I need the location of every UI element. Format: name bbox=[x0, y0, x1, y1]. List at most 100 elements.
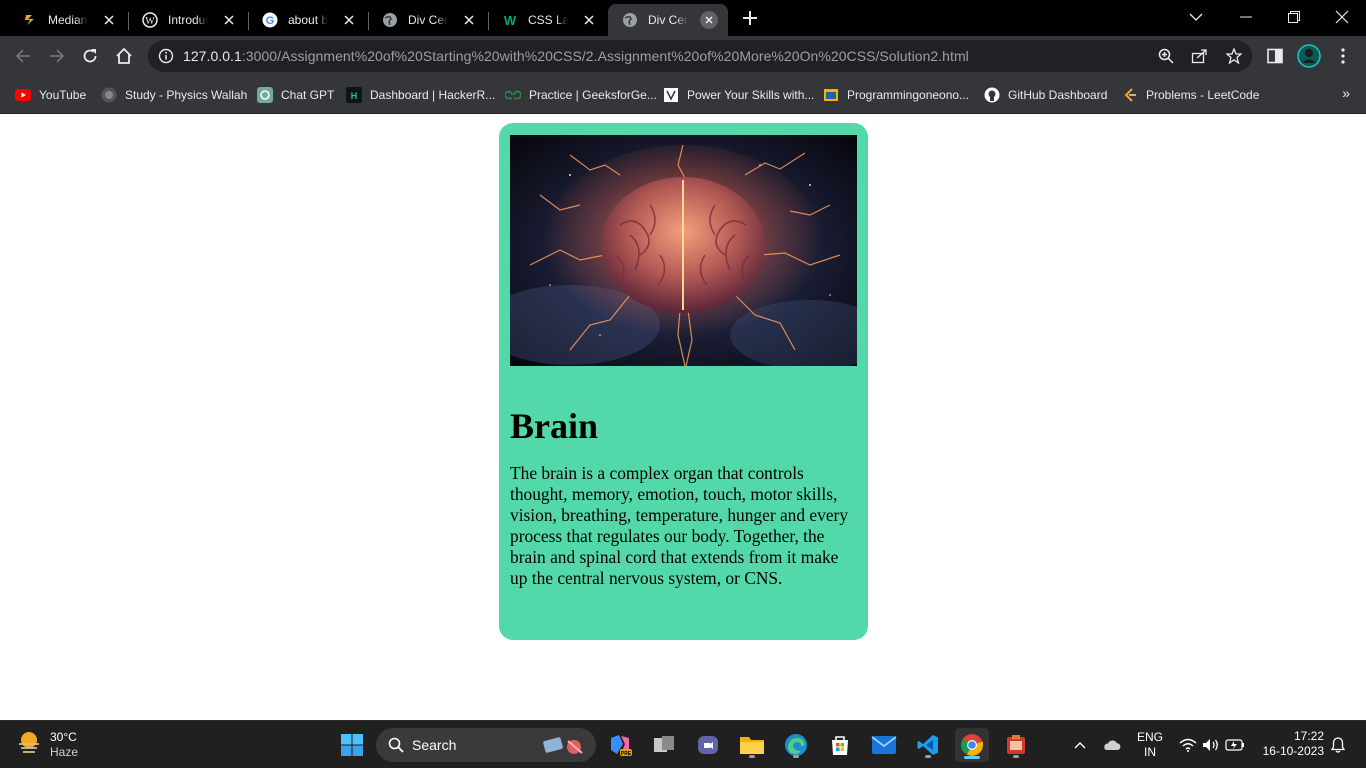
bookmark-hackerrank[interactable]: H Dashboard | HackerR... bbox=[346, 85, 495, 105]
youtube-icon bbox=[15, 87, 31, 103]
card-heading: Brain bbox=[510, 406, 599, 446]
weather-widget[interactable]: 30°C Haze bbox=[16, 729, 78, 760]
tab-2[interactable]: W Introducti bbox=[128, 4, 249, 36]
bookmark-physics-wallah[interactable]: Study - Physics Wallah bbox=[101, 85, 247, 105]
geeksforgeeks-icon bbox=[505, 87, 521, 103]
close-window-button[interactable] bbox=[1318, 0, 1366, 34]
tab-title: Introducti bbox=[168, 13, 208, 27]
wordpress-icon: W bbox=[142, 12, 158, 28]
bookmark-chat-gpt[interactable]: Chat GPT bbox=[257, 85, 334, 105]
brain-card: Brain The brain is a complex organ that … bbox=[499, 123, 868, 640]
bookmark-github[interactable]: GitHub Dashboard bbox=[984, 85, 1107, 105]
close-tab-icon[interactable] bbox=[220, 11, 238, 29]
teams-chat-icon[interactable] bbox=[692, 729, 724, 761]
bookmark-leetcode[interactable]: Problems - LeetCode bbox=[1122, 85, 1259, 105]
taskbar-search[interactable]: Search bbox=[376, 728, 596, 762]
w3schools-icon: W bbox=[502, 12, 518, 28]
close-tab-icon[interactable] bbox=[580, 11, 598, 29]
restore-button[interactable] bbox=[1270, 0, 1318, 34]
page-viewport: Brain The brain is a complex organ that … bbox=[0, 114, 1366, 720]
close-tab-icon[interactable] bbox=[700, 11, 718, 29]
close-tab-icon[interactable] bbox=[340, 11, 358, 29]
tab-title: about bra bbox=[288, 13, 328, 27]
tab-title: Div Cente bbox=[648, 13, 688, 27]
haze-sun-icon bbox=[16, 729, 42, 760]
bookmark-label: Practice | GeeksforGe... bbox=[529, 88, 657, 102]
bookmark-label: GitHub Dashboard bbox=[1008, 88, 1108, 102]
copilot-icon[interactable]: PRE bbox=[604, 729, 636, 761]
running-indicator bbox=[1013, 755, 1019, 758]
tab-4[interactable]: Div Cente bbox=[368, 4, 489, 36]
running-indicator bbox=[749, 755, 755, 758]
language-code: ENG bbox=[1136, 730, 1163, 744]
tab-6-active[interactable]: Div Cente bbox=[608, 4, 728, 36]
language-indicator[interactable]: ENG IN bbox=[1134, 721, 1166, 769]
new-tab-button[interactable] bbox=[738, 6, 762, 30]
svg-text:W: W bbox=[145, 16, 155, 27]
forward-arrow-icon[interactable] bbox=[45, 44, 69, 68]
github-icon bbox=[984, 87, 1000, 103]
microsoft-store-icon[interactable] bbox=[824, 729, 856, 761]
bookmark-geeksforgeeks[interactable]: Practice | GeeksforGe... bbox=[505, 85, 657, 105]
edge-browser-icon[interactable] bbox=[780, 729, 812, 761]
bookmark-label: YouTube bbox=[39, 88, 87, 102]
clock-time: 17:22 bbox=[1293, 729, 1324, 743]
active-indicator bbox=[964, 756, 980, 759]
tab-3[interactable]: G about bra bbox=[248, 4, 369, 36]
minimize-button[interactable] bbox=[1222, 0, 1270, 34]
battery-icon[interactable] bbox=[1224, 721, 1246, 769]
tray-overflow-chevron-icon[interactable] bbox=[1068, 721, 1092, 769]
bookmarks-bar: YouTube Study - Physics Wallah Chat GPT … bbox=[0, 76, 1366, 114]
reload-icon[interactable] bbox=[78, 44, 102, 68]
red-app-icon[interactable] bbox=[1000, 729, 1032, 761]
folder-icon bbox=[823, 87, 839, 103]
home-icon[interactable] bbox=[112, 44, 136, 68]
back-arrow-icon[interactable] bbox=[11, 44, 35, 68]
chatgpt-icon bbox=[257, 87, 273, 103]
profile-avatar[interactable] bbox=[1297, 44, 1321, 68]
menu-kebab-icon[interactable] bbox=[1331, 44, 1355, 68]
bookmark-star-icon[interactable] bbox=[1224, 46, 1244, 66]
tab-search-button[interactable] bbox=[1172, 0, 1220, 34]
volume-icon[interactable] bbox=[1201, 721, 1221, 769]
search-label: Search bbox=[412, 737, 457, 753]
running-indicator bbox=[793, 755, 799, 758]
bookmark-programming[interactable]: Programmingoneono... bbox=[823, 85, 969, 105]
windows-taskbar: 30°C Haze Search PRE ENG IN 17:22 16-10-… bbox=[0, 720, 1366, 768]
tab-1[interactable]: Median o bbox=[8, 4, 129, 36]
onedrive-cloud-icon[interactable] bbox=[1100, 721, 1124, 769]
median-icon bbox=[22, 12, 38, 28]
zoom-icon[interactable] bbox=[1156, 46, 1176, 66]
bookmark-power-skills[interactable]: Power Your Skills with... bbox=[663, 85, 814, 105]
hackerrank-icon: H bbox=[346, 87, 362, 103]
tab-5[interactable]: W CSS Layo bbox=[488, 4, 608, 36]
globe-icon bbox=[622, 12, 638, 28]
brain-image bbox=[510, 135, 857, 366]
side-panel-icon[interactable] bbox=[1263, 44, 1287, 68]
share-icon[interactable] bbox=[1190, 46, 1210, 66]
site-info-icon[interactable] bbox=[158, 48, 174, 69]
browser-toolbar: 127.0.0.1:3000/Assignment%20of%20Startin… bbox=[0, 36, 1366, 76]
chrome-icon[interactable] bbox=[955, 728, 989, 762]
address-bar[interactable]: 127.0.0.1:3000/Assignment%20of%20Startin… bbox=[148, 40, 1252, 72]
mail-icon[interactable] bbox=[868, 729, 900, 761]
close-tab-icon[interactable] bbox=[100, 11, 118, 29]
svg-text:PRE: PRE bbox=[621, 751, 632, 757]
weather-condition: Haze bbox=[50, 744, 79, 759]
clock-date: 16-10-2023 bbox=[1262, 744, 1324, 758]
task-view-icon[interactable] bbox=[648, 729, 680, 761]
system-clock[interactable]: 17:22 16-10-2023 bbox=[1263, 729, 1324, 759]
file-explorer-icon[interactable] bbox=[736, 729, 768, 761]
bookmark-label: Dashboard | HackerR... bbox=[370, 88, 496, 102]
tab-title: CSS Layo bbox=[528, 13, 568, 27]
close-tab-icon[interactable] bbox=[460, 11, 478, 29]
search-highlight-icon bbox=[542, 733, 588, 762]
svg-text:W: W bbox=[504, 13, 517, 28]
start-button[interactable] bbox=[336, 729, 368, 761]
svg-text:H: H bbox=[351, 91, 358, 101]
more-bookmarks-chevron-icon[interactable]: » bbox=[1342, 85, 1350, 101]
wifi-icon[interactable] bbox=[1178, 721, 1198, 769]
bookmark-youtube[interactable]: YouTube bbox=[15, 85, 86, 105]
vscode-icon[interactable] bbox=[912, 729, 944, 761]
notification-bell-icon[interactable] bbox=[1328, 721, 1348, 769]
